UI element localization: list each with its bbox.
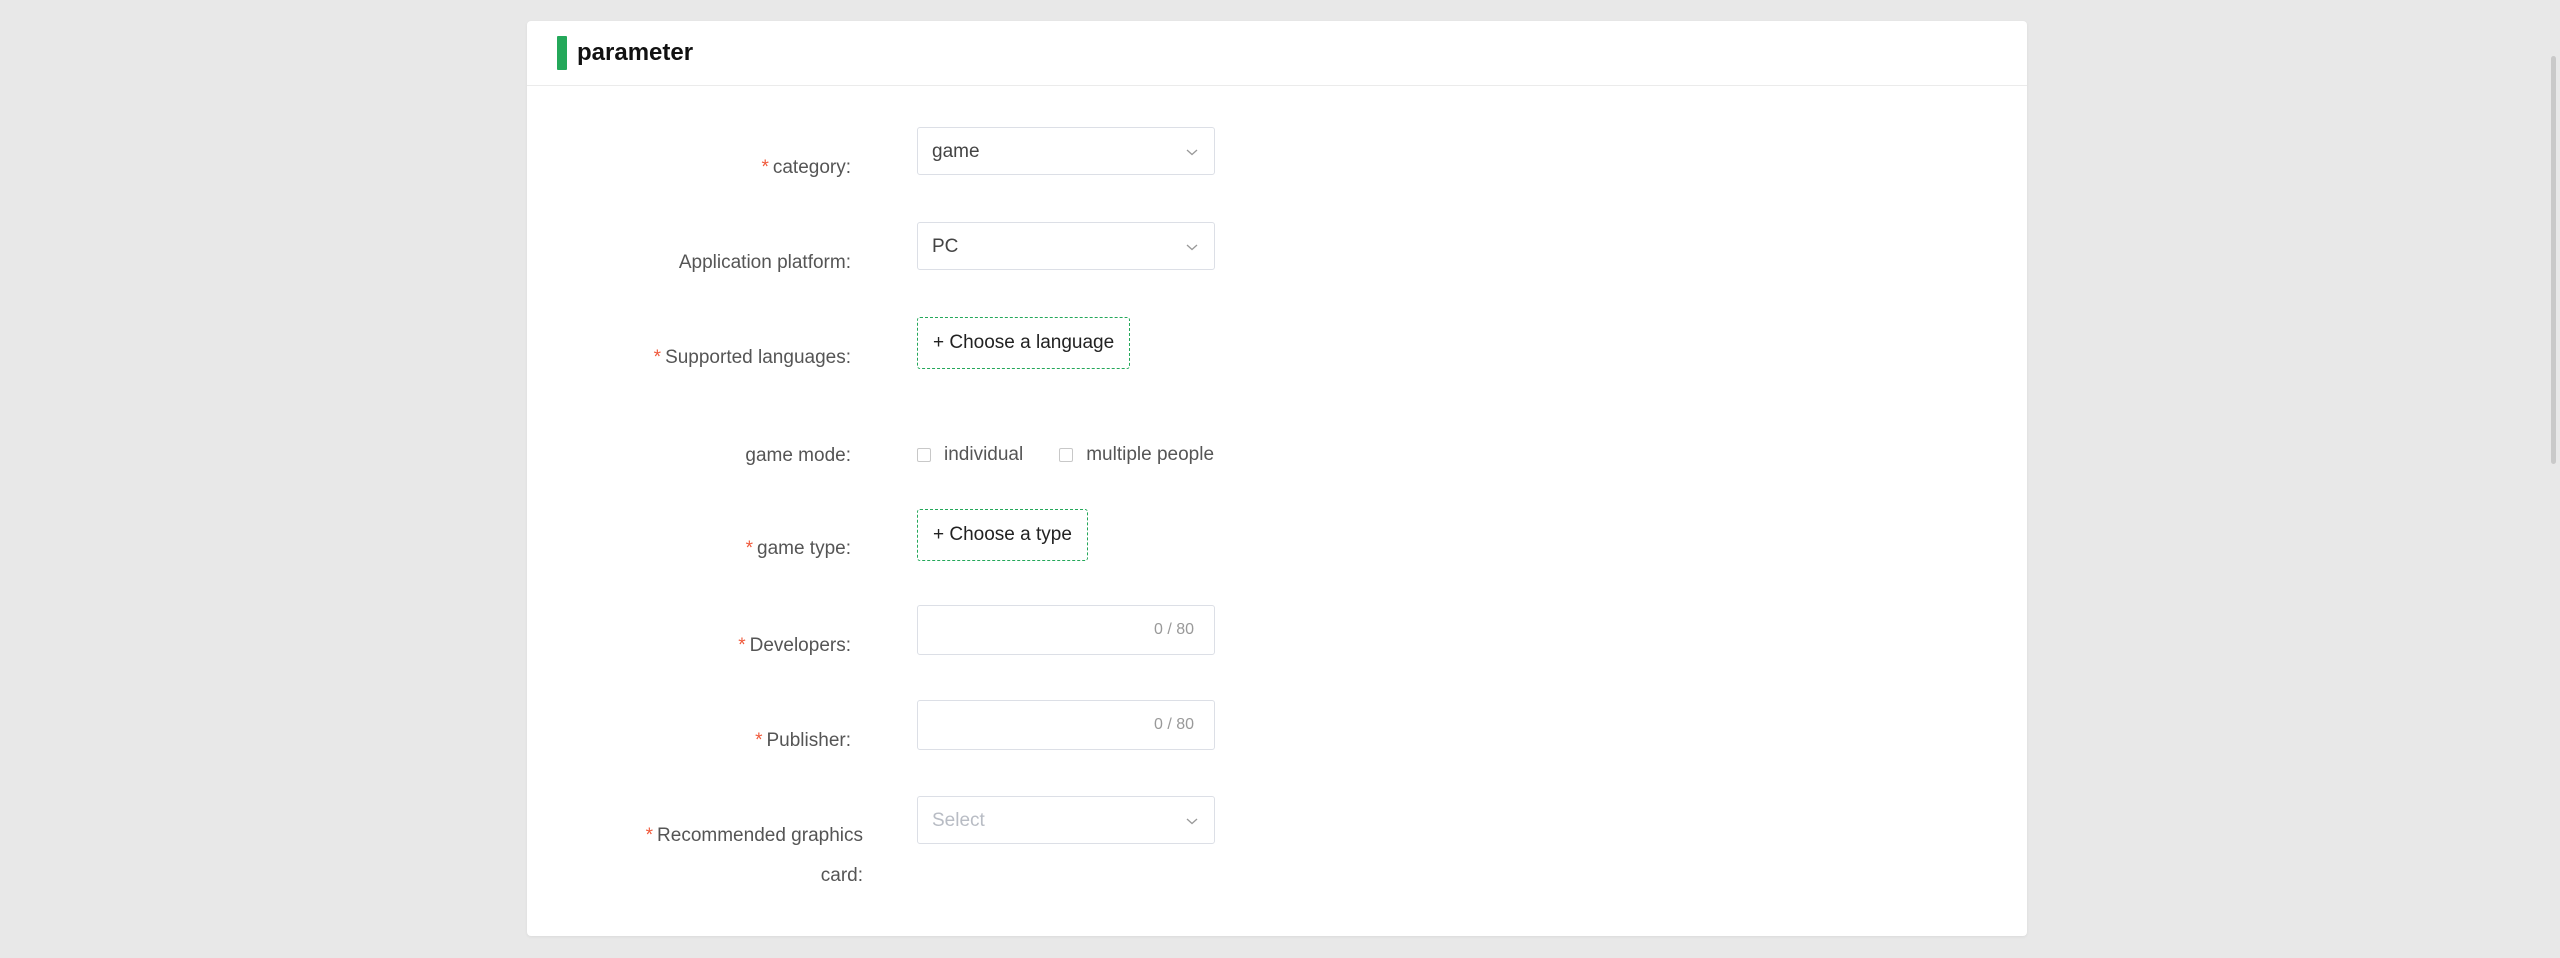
developers-label-text: Developers: [749, 635, 851, 656]
chevron-down-icon [1186, 244, 1198, 251]
character-counter: 0 / 80 [1153, 621, 1194, 638]
game-mode-option-individual[interactable]: individual [917, 444, 1023, 466]
checkbox[interactable] [917, 448, 931, 462]
page-scrollbar[interactable] [2551, 56, 2556, 464]
game-type-label-text: game type: [757, 538, 851, 559]
graphics-card-label-text: Recommended graphics card: [657, 825, 863, 886]
category-label: * category: [761, 148, 851, 188]
platform-label: Application platform: [679, 243, 851, 283]
developers-input[interactable]: 0 / 80 [917, 605, 1215, 655]
category-label-text: category: [772, 157, 851, 178]
parameter-card: parameter * category: game Application pl… [527, 21, 2027, 936]
developers-label: * Developers: [738, 626, 851, 666]
section-title: parameter [577, 39, 694, 66]
graphics-card-select[interactable]: Select [917, 796, 1215, 844]
platform-select-value: PC [932, 236, 959, 257]
required-mark: * [645, 825, 654, 846]
graphics-card-label: * Recommended graphics card: [623, 816, 863, 896]
platform-select[interactable]: PC [917, 222, 1215, 270]
character-counter: 0 / 80 [1153, 716, 1194, 733]
game-mode-option-multiple-people[interactable]: multiple people [1059, 444, 1214, 466]
required-mark: * [738, 635, 746, 656]
required-mark: * [653, 347, 662, 368]
languages-label: * Supported languages: [654, 338, 851, 378]
required-mark: * [755, 730, 763, 751]
checkbox[interactable] [1059, 448, 1074, 462]
game-type-label: * game type: [746, 529, 851, 569]
publisher-label: * Publisher: [755, 721, 851, 761]
publisher-label-text: Publisher: [766, 730, 852, 751]
choose-language-button[interactable]: + Choose a language [917, 317, 1131, 369]
platform-label-text: Application platform: [678, 252, 851, 273]
chevron-down-icon [1186, 149, 1198, 156]
choose-type-button[interactable]: + Choose a type [917, 509, 1088, 561]
category-select[interactable]: game [917, 127, 1215, 175]
chevron-down-icon [1186, 818, 1198, 825]
graphics-card-select-placeholder: Select [932, 810, 985, 831]
publisher-input[interactable]: 0 / 80 [917, 700, 1215, 750]
required-mark: * [745, 538, 753, 559]
category-select-value: game [932, 141, 980, 162]
section-accent-bar [557, 36, 567, 70]
game-mode-label: game mode: [745, 436, 851, 476]
languages-label-text: Supported languages: [665, 347, 851, 368]
checkbox-label: multiple people [1086, 444, 1215, 465]
card-header: parameter [527, 21, 2027, 86]
checkbox-label: individual [944, 444, 1024, 465]
game-mode-checkbox-group: individual multiple people [917, 435, 1250, 475]
game-mode-label-text: game mode: [745, 445, 851, 466]
required-mark: * [761, 157, 769, 178]
